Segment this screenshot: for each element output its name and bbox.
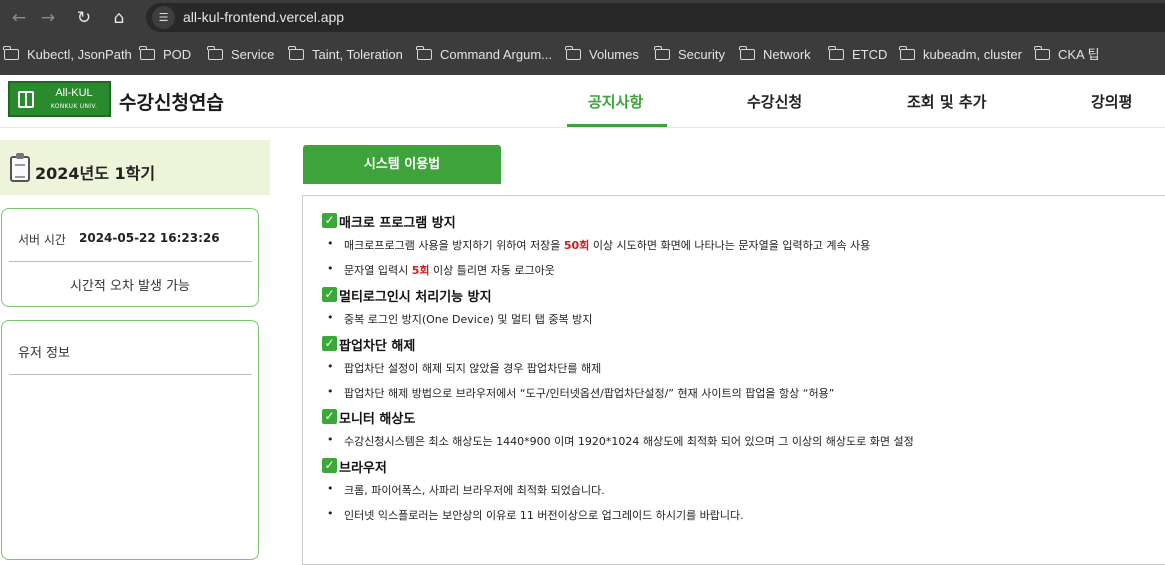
section-title: 매크로 프로그램 방지 xyxy=(339,216,456,231)
bookmark-etcd[interactable]: ETCD xyxy=(828,46,887,64)
active-nav-indicator xyxy=(567,124,667,127)
url-text[interactable]: all-kul-frontend.vercel.app xyxy=(183,9,344,25)
bookmarks-bar: Kubectl, JsonPath POD Service Taint, Tol… xyxy=(0,35,1165,75)
list-item: 매크로프로그램 사용을 방지하기 위하여 저장을 50회 이상 시도하면 화면에… xyxy=(327,237,870,253)
site-title: 수강신청연습 xyxy=(119,92,224,114)
time-note: 시간적 오차 발생 가능 xyxy=(69,279,191,294)
section-title: 멀티로그인시 처리기능 방지 xyxy=(339,290,492,305)
section-title: 모니터 해상도 xyxy=(339,412,416,427)
folder-icon xyxy=(899,46,915,60)
bookmark-volumes[interactable]: Volumes xyxy=(565,46,639,64)
list-item: 수강신청시스템은 최소 해상도는 1440*900 이며 1920*1024 해… xyxy=(327,433,914,449)
server-time-value: 2024-05-22 16:23:26 xyxy=(79,231,220,245)
browser-toolbar: ← → ↻ ⌂ ☰ all-kul-frontend.vercel.app xyxy=(0,0,1165,35)
list-item: 인터넷 익스플로러는 보안상의 이유로 11 버전이상으로 업그레이드 하시기를… xyxy=(327,507,744,523)
list-item: 팝업차단 설정이 해제 되지 않았을 경우 팝업차단를 해제 xyxy=(327,360,601,376)
check-icon: ✓ xyxy=(322,213,337,228)
folder-icon xyxy=(288,46,304,60)
bookmark-command[interactable]: Command Argum... xyxy=(416,46,552,64)
folder-icon xyxy=(416,46,432,60)
guide-panel: ✓ 매크로 프로그램 방지 매크로프로그램 사용을 방지하기 위하여 저장을 5… xyxy=(302,195,1165,565)
logo[interactable]: All-KUL KONKUK UNIV. xyxy=(8,81,111,117)
folder-icon xyxy=(1034,46,1050,60)
bookmark-cka[interactable]: CKA 팁 xyxy=(1034,46,1100,64)
folder-icon xyxy=(739,46,755,60)
folder-icon xyxy=(828,46,844,60)
check-icon: ✓ xyxy=(322,336,337,351)
site-info-icon[interactable]: ☰ xyxy=(152,6,175,29)
folder-icon xyxy=(565,46,581,60)
address-bar[interactable]: ☰ all-kul-frontend.vercel.app xyxy=(146,3,1165,32)
folder-icon xyxy=(654,46,670,60)
logo-text: All-KUL xyxy=(55,87,93,99)
nav-lookup-add[interactable]: 조회 및 추가 xyxy=(907,91,986,112)
bookmark-service[interactable]: Service xyxy=(207,46,274,64)
check-icon: ✓ xyxy=(322,458,337,473)
clipboard-icon xyxy=(10,153,30,182)
reload-icon[interactable]: ↻ xyxy=(73,7,95,29)
bookmark-pod[interactable]: POD xyxy=(139,46,191,64)
folder-icon xyxy=(3,46,19,60)
divider xyxy=(9,374,252,375)
check-icon: ✓ xyxy=(322,287,337,302)
home-icon[interactable]: ⌂ xyxy=(108,7,130,29)
book-icon xyxy=(18,91,34,108)
user-info-card: 유저 정보 xyxy=(1,320,259,560)
user-info-title: 유저 정보 xyxy=(18,346,70,361)
nav-reviews[interactable]: 강의평 xyxy=(1091,91,1132,112)
folder-icon xyxy=(139,46,155,60)
bookmark-network[interactable]: Network xyxy=(739,46,811,64)
nav-register[interactable]: 수강신청 xyxy=(747,91,802,112)
section-title: 브라우저 xyxy=(339,461,387,476)
list-item: 크롬, 파이어폭스, 사파리 브라우저에 최적화 되었습니다. xyxy=(327,482,605,498)
folder-icon xyxy=(207,46,223,60)
server-time-label: 서버 시간 xyxy=(18,233,66,247)
list-item: 문자열 입력시 5회 이상 틀리면 자동 로그아웃 xyxy=(327,262,555,278)
logo-subtext: KONKUK UNIV. xyxy=(50,103,98,110)
server-time-card: 서버 시간 2024-05-22 16:23:26 시간적 오차 발생 가능 xyxy=(1,208,259,307)
bookmark-taint[interactable]: Taint, Toleration xyxy=(288,46,403,64)
list-item: 중복 로그인 방지(One Device) 및 멀티 탭 중복 방지 xyxy=(327,311,592,327)
nav-notice[interactable]: 공지사항 xyxy=(588,91,643,112)
section-title: 팝업차단 해제 xyxy=(339,339,416,354)
bookmark-kubectl[interactable]: Kubectl, JsonPath xyxy=(3,46,132,64)
bookmark-kubeadm[interactable]: kubeadm, cluster xyxy=(899,46,1022,64)
list-item: 팝업차단 해제 방법으로 브라우저에서 “도구/인터넷옵션/팝업차단설정/” 현… xyxy=(327,385,834,401)
tab-system-guide[interactable]: 시스템 이용법 xyxy=(303,145,501,184)
back-icon[interactable]: ← xyxy=(8,7,30,29)
bookmark-security[interactable]: Security xyxy=(654,46,725,64)
check-icon: ✓ xyxy=(322,409,337,424)
semester-box: 2024년도 1학기 xyxy=(0,140,270,195)
divider xyxy=(9,261,252,262)
forward-icon[interactable]: → xyxy=(37,7,59,29)
site-header: All-KUL KONKUK UNIV. 수강신청연습 공지사항 수강신청 조회… xyxy=(0,75,1165,128)
semester-label: 2024년도 1학기 xyxy=(35,164,156,183)
